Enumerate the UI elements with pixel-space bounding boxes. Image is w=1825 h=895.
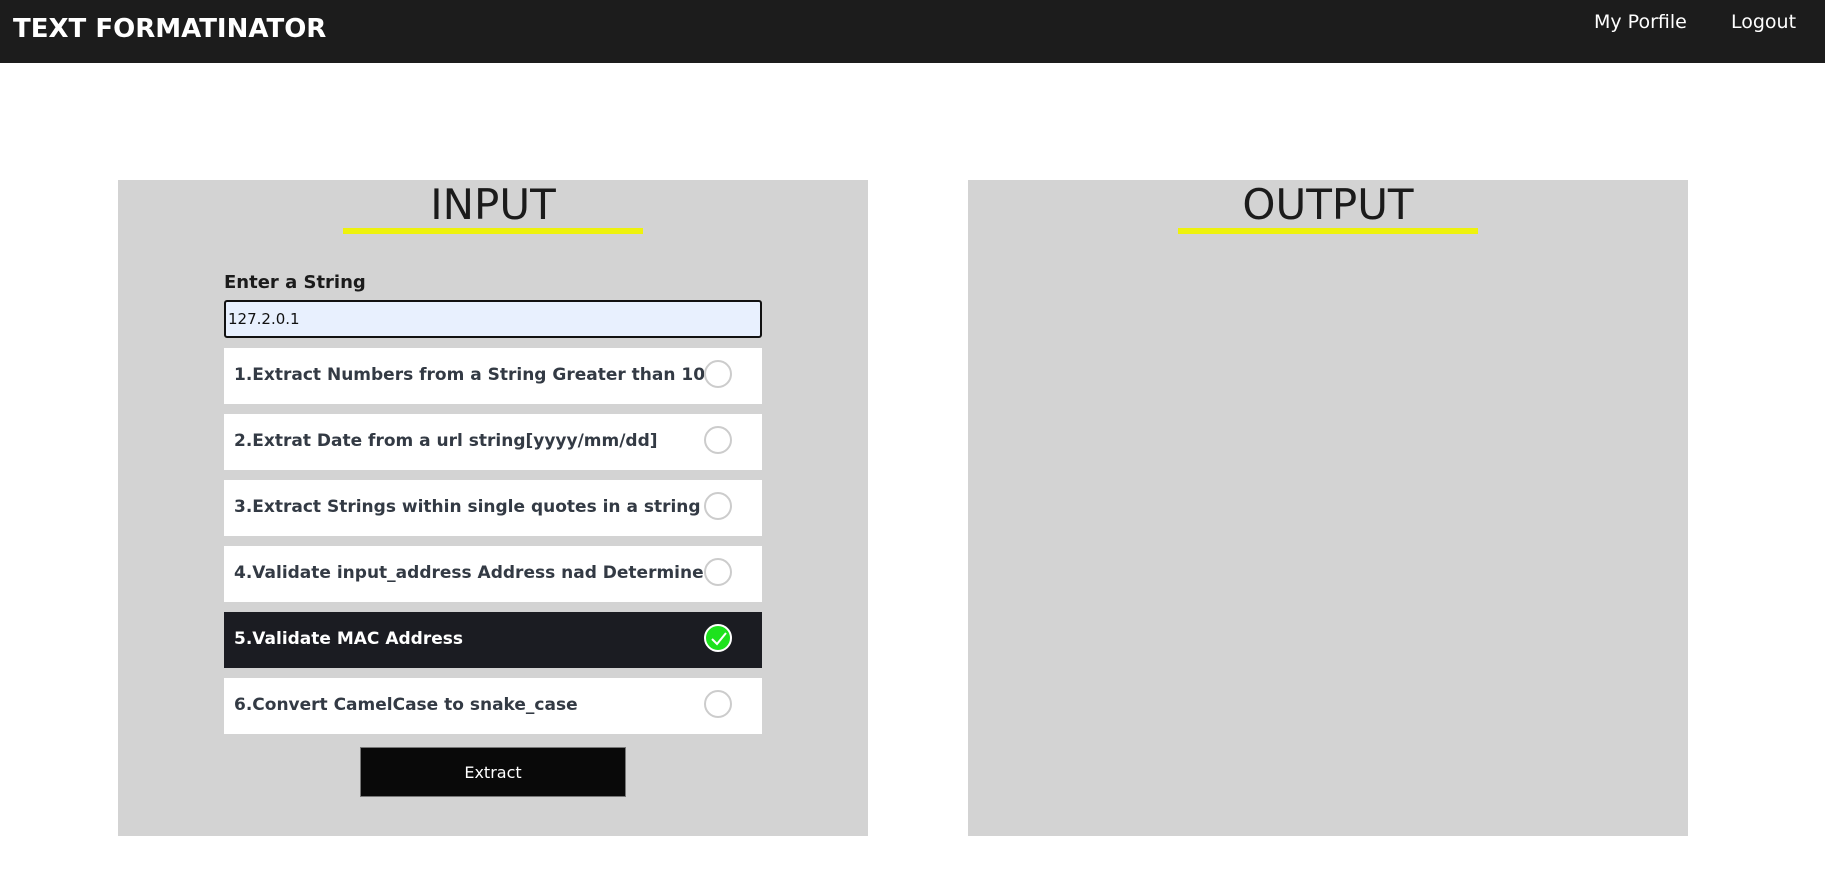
extract-button[interactable]: Extract (360, 747, 626, 797)
input-title-underline (343, 228, 643, 234)
my-profile-link[interactable]: My Porfile (1594, 11, 1687, 33)
option-validate-address[interactable]: 4.Validate input_address Address nad Det… (224, 546, 762, 602)
radio-unchecked-icon[interactable] (704, 360, 732, 388)
option-label: 4.Validate input_address Address nad Det… (234, 563, 704, 583)
output-title-underline (1178, 228, 1478, 234)
option-label: 1.Extract Numbers from a String Greater … (234, 365, 704, 385)
option-extract-quoted-strings[interactable]: 3.Extract Strings within single quotes i… (224, 480, 762, 536)
input-panel: INPUT Enter a String 1.Extract Numbers f… (118, 180, 868, 836)
radio-unchecked-icon[interactable] (704, 690, 732, 718)
string-field-label: Enter a String (224, 272, 366, 293)
option-label: 5.Validate MAC Address (234, 629, 463, 649)
output-panel-title: OUTPUT (1242, 180, 1414, 229)
top-navbar: TEXT FORMATINATOR My Porfile Logout (0, 0, 1825, 63)
app-brand[interactable]: TEXT FORMATINATOR (13, 14, 326, 44)
radio-unchecked-icon[interactable] (704, 558, 732, 586)
option-extract-date[interactable]: 2.Extrat Date from a url string[yyyy/mm/… (224, 414, 762, 470)
check-glyph (711, 632, 727, 646)
radio-unchecked-icon[interactable] (704, 492, 732, 520)
string-input[interactable] (224, 300, 762, 338)
input-panel-title: INPUT (430, 180, 556, 229)
option-label: 6.Convert CamelCase to snake_case (234, 695, 578, 715)
logout-link[interactable]: Logout (1731, 11, 1796, 33)
option-camelcase-to-snake[interactable]: 6.Convert CamelCase to snake_case (224, 678, 762, 734)
checkmark-icon[interactable] (704, 624, 732, 652)
option-extract-numbers[interactable]: 1.Extract Numbers from a String Greater … (224, 348, 762, 404)
radio-unchecked-icon[interactable] (704, 426, 732, 454)
option-label: 3.Extract Strings within single quotes i… (234, 497, 701, 517)
output-panel: OUTPUT (968, 180, 1688, 836)
option-label: 2.Extrat Date from a url string[yyyy/mm/… (234, 431, 658, 451)
option-validate-mac[interactable]: 5.Validate MAC Address (224, 612, 762, 668)
